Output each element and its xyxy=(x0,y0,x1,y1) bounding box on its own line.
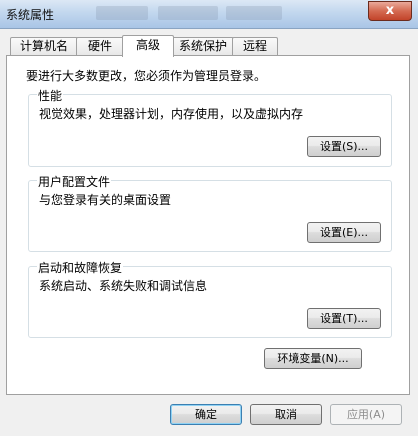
startup-recovery-description: 系统启动、系统失败和调试信息 xyxy=(39,279,208,293)
tab-computer-name[interactable]: 计算机名 xyxy=(10,37,78,55)
performance-settings-button[interactable]: 设置(S)... xyxy=(307,136,381,157)
startup-recovery-group-title: 启动和故障恢复 xyxy=(37,259,124,276)
title-bar-blur xyxy=(96,6,148,20)
tab-advanced[interactable]: 高级 xyxy=(122,35,174,57)
cancel-button[interactable]: 取消 xyxy=(250,404,322,425)
admin-notice: 要进行大多数更改，您必须作为管理员登录。 xyxy=(26,69,267,83)
startup-recovery-settings-button[interactable]: 设置(T)... xyxy=(307,308,381,329)
ok-button[interactable]: 确定 xyxy=(170,404,242,425)
user-profiles-group-title: 用户配置文件 xyxy=(37,173,112,190)
user-profiles-group: 用户配置文件 与您登录有关的桌面设置 设置(E)... xyxy=(28,173,392,252)
tab-hardware[interactable]: 硬件 xyxy=(76,37,124,55)
environment-variables-button[interactable]: 环境变量(N)... xyxy=(264,348,362,369)
window-title: 系统属性 xyxy=(6,8,55,22)
performance-group-title: 性能 xyxy=(37,87,64,104)
system-properties-window: 系统属性 x 计算机名 硬件 高级 系统保护 远程 要进行大多数更改，您必须作为… xyxy=(0,0,418,436)
user-profiles-settings-button[interactable]: 设置(E)... xyxy=(307,222,381,243)
title-bar-blur xyxy=(226,6,282,20)
title-bar-blur xyxy=(158,6,218,20)
close-icon: x xyxy=(385,3,395,18)
startup-recovery-group: 启动和故障恢复 系统启动、系统失败和调试信息 设置(T)... xyxy=(28,259,392,338)
user-profiles-description: 与您登录有关的桌面设置 xyxy=(39,193,172,207)
title-bar[interactable]: 系统属性 x xyxy=(0,0,418,29)
apply-button[interactable]: 应用(A) xyxy=(330,404,402,425)
tab-system-protection[interactable]: 系统保护 xyxy=(172,37,234,55)
close-button[interactable]: x xyxy=(368,1,412,21)
tab-remote[interactable]: 远程 xyxy=(232,37,278,55)
performance-group: 性能 视觉效果，处理器计划，内存使用，以及虚拟内存 设置(S)... xyxy=(28,87,392,167)
performance-description: 视觉效果，处理器计划，内存使用，以及虚拟内存 xyxy=(39,107,304,121)
